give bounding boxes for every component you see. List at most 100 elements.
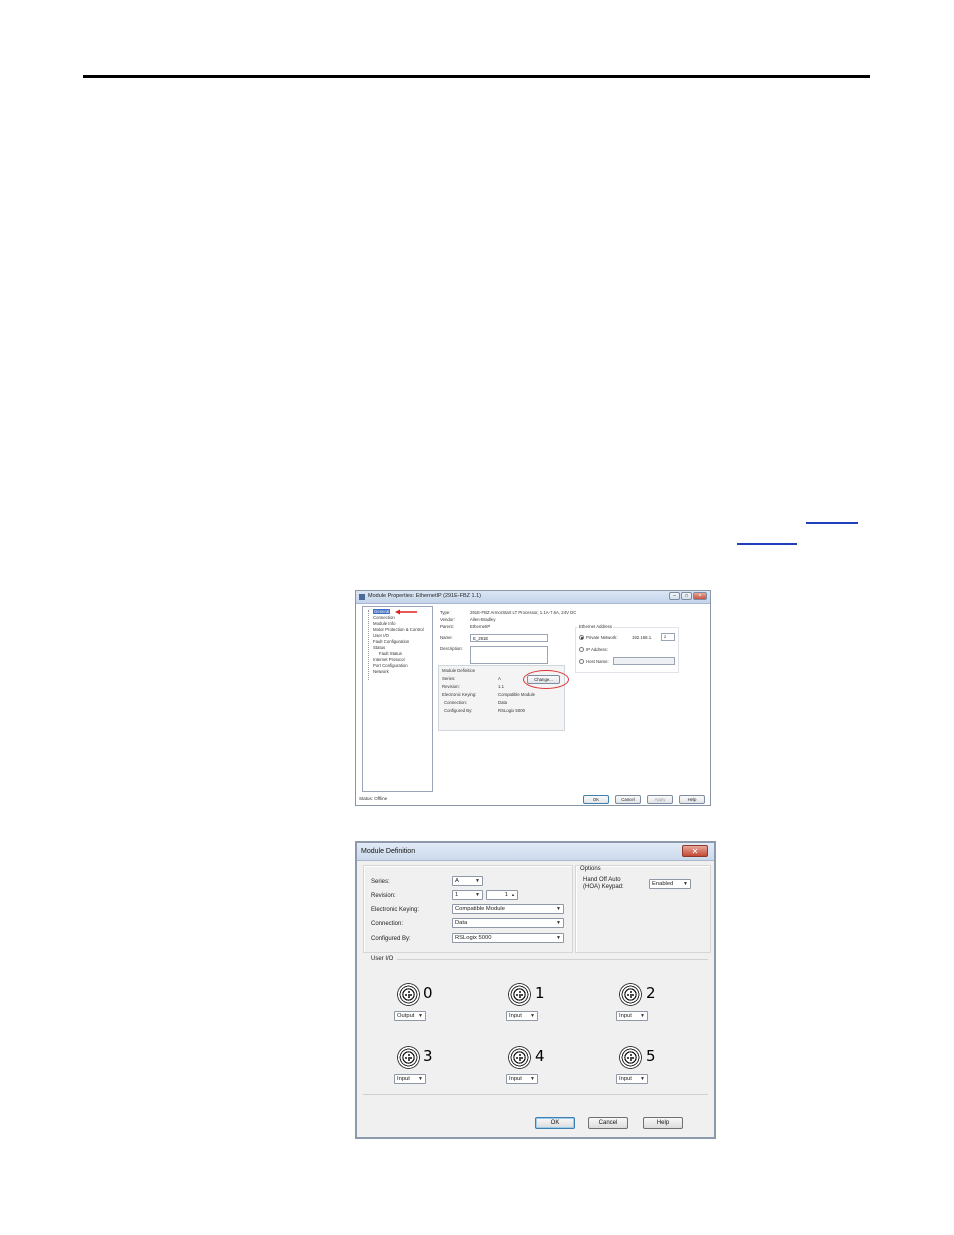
private-octet-spinner[interactable]: 2 [661,633,675,641]
spinner-arrows-icon: ▲ [511,892,515,897]
configured-by-value: RSLogix 5000 [498,708,525,713]
connector-3-icon [397,1046,420,1069]
host-name-radio[interactable] [579,659,584,664]
connector-2-number: 2 [646,984,656,1002]
window-title: Module Definition [361,848,416,855]
tree-item-status[interactable]: Status [373,645,385,650]
tree-item-port-configuration[interactable]: Port Configuration [373,663,408,668]
connector-0-mode: Output [397,1013,415,1019]
host-name-input[interactable] [613,657,675,665]
cancel-button[interactable]: Cancel [615,795,641,804]
connector-4-mode-dropdown[interactable]: Input ▼ [506,1074,538,1084]
highlight-oval [523,670,569,689]
ok-button[interactable]: OK [535,1117,575,1129]
host-name-label: Host Name: [586,659,609,664]
name-label: Name: [440,635,453,640]
configured-by-value: RSLogix 5000 [455,935,492,941]
keying-label: Electronic Keying: [442,692,477,697]
chevron-down-icon: ▼ [640,1076,645,1082]
module-properties-window: Module Properties: EthernetIP (291E-FBZ … [355,590,711,806]
revision-major-value: 1 [455,892,459,898]
tree-item-fault-configuration[interactable]: Fault Configuration [373,639,409,644]
tree-item-network[interactable]: Network [373,669,389,674]
vendor-value: Allen-Bradley [470,617,496,622]
revision-minor-spinner[interactable]: 1 ▲ [486,890,518,900]
connection-value: Data [455,920,468,926]
chevron-down-icon: ▼ [556,906,561,912]
connector-0-mode-dropdown[interactable]: Output ▼ [394,1011,426,1021]
hoa-keypad-dropdown[interactable]: Enabled ▼ [649,879,691,889]
tree-item-connection[interactable]: Connection [373,615,395,620]
doc-link-underline-2[interactable] [737,543,797,545]
apply-button[interactable]: Apply [647,795,673,804]
maximize-button[interactable]: □ [681,592,692,600]
connector-2-icon [619,983,642,1006]
connection-value: Data [498,700,508,705]
ok-button[interactable]: OK [583,795,609,804]
connector-4-mode: Input [509,1076,522,1082]
window-titlebar: Module Properties: EthernetIP (291E-FBZ … [356,591,710,604]
connector-3-number: 3 [423,1047,433,1065]
help-button[interactable]: Help [679,795,705,804]
revision-label: Revision: [442,684,460,689]
connector-2-mode-dropdown[interactable]: Input ▼ [616,1011,648,1021]
hoa-value: Enabled [652,881,674,887]
user-io-label: User I/O [371,956,394,962]
minimize-button[interactable]: – [669,592,680,600]
revision-minor-value: 1 [504,892,508,898]
tree-item-user-io[interactable]: User I/O [373,633,389,638]
private-network-radio[interactable] [579,635,584,640]
chevron-down-icon: ▼ [530,1013,535,1019]
connector-5-icon [619,1046,642,1069]
chevron-down-icon: ▼ [556,935,561,941]
chevron-down-icon: ▼ [683,881,688,887]
keying-label: Electronic Keying: [371,907,420,913]
ip-address-radio[interactable] [579,647,584,652]
ethernet-address-label: Ethernet Address [578,624,613,629]
revision-major-dropdown[interactable]: 1 ▼ [452,890,483,900]
close-button[interactable]: × [693,592,707,600]
chevron-down-icon: ▼ [418,1013,423,1019]
connector-5-mode-dropdown[interactable]: Input ▼ [616,1074,648,1084]
header-rule [83,75,870,78]
series-label: Series: [442,676,456,681]
connector-4-number: 4 [535,1047,545,1065]
category-tree: General Connection Module Info Motor Pro… [362,606,433,792]
chevron-down-icon: ▼ [475,878,480,884]
connector-1-mode-dropdown[interactable]: Input ▼ [506,1011,538,1021]
description-label: Description: [440,646,463,651]
keying-dropdown[interactable]: Compatible Module ▼ [452,904,564,914]
doc-link-underline-1[interactable] [806,522,858,524]
parent-value: EthernetIP [470,624,491,629]
series-label: Series: [371,879,390,885]
connector-1-mode: Input [509,1013,522,1019]
series-dropdown[interactable]: A ▼ [452,876,483,886]
tree-item-internet-protocol[interactable]: Internet Protocol [373,657,405,662]
tree-item-module-info[interactable]: Module Info [373,621,395,626]
tree-item-motor-protection[interactable]: Motor Protection & Control [373,627,424,632]
vendor-label: Vendor: [440,617,455,622]
connector-3-mode-dropdown[interactable]: Input ▼ [394,1074,426,1084]
tree-item-general[interactable]: General [373,609,391,614]
connection-dropdown[interactable]: Data ▼ [452,918,564,928]
name-input[interactable]: E_291E [470,634,548,642]
help-button[interactable]: Help [643,1117,683,1129]
connector-0-icon [397,983,420,1006]
connector-5-number: 5 [646,1047,656,1065]
private-network-label: Private Network: [586,635,618,640]
tree-item-fault-status[interactable]: Fault Status [379,651,402,656]
private-network-value: 192.168.1. [632,635,653,640]
connector-1-icon [508,983,531,1006]
connector-4-icon [508,1046,531,1069]
connector-5-mode: Input [619,1076,632,1082]
cancel-button[interactable]: Cancel [588,1117,628,1129]
connection-label: Connection: [444,700,467,705]
configured-by-dropdown[interactable]: RSLogix 5000 ▼ [452,933,564,943]
connector-3-mode: Input [397,1076,410,1082]
chevron-down-icon: ▼ [640,1013,645,1019]
description-input[interactable] [470,646,548,664]
close-button[interactable]: ✕ [682,845,708,857]
type-value: 291E-FBZ ArmorStart LT Processor, 1.1A-7… [470,610,577,615]
connector-1-number: 1 [535,984,545,1002]
hoa-label-line2: (HOA) Keypad: [583,884,624,890]
